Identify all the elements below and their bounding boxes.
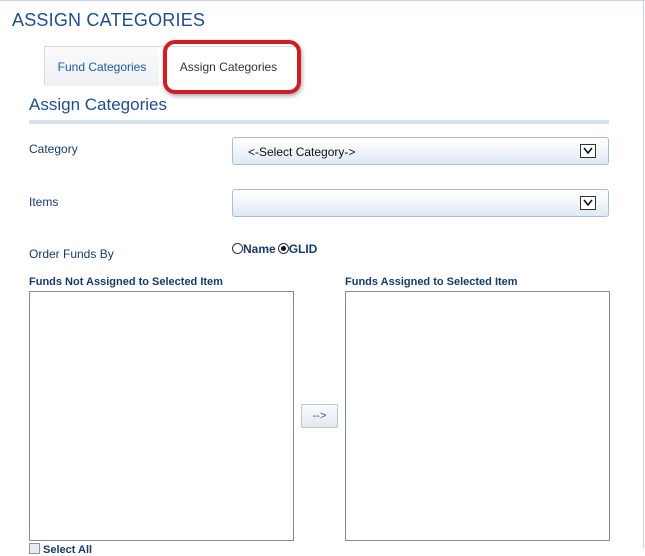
unassigned-list-label: Funds Not Assigned to Selected Item [29, 276, 223, 288]
assign-button[interactable]: --> [301, 404, 338, 428]
category-label: Category [29, 142, 78, 156]
select-all-control[interactable]: Select All [29, 543, 92, 556]
order-funds-radio-group: Name GLID [232, 242, 319, 256]
items-label: Items [29, 195, 59, 209]
page-title: ASSIGN CATEGORIES [12, 10, 206, 30]
order-funds-label: Order Funds By [29, 247, 114, 261]
section-title: Assign Categories [29, 95, 167, 114]
assigned-list-label: Funds Assigned to Selected Item [345, 276, 518, 288]
tab-fund-categories[interactable]: Fund Categories [44, 46, 160, 86]
unassigned-funds-list[interactable] [29, 291, 294, 541]
items-select[interactable] [232, 189, 609, 217]
category-select-value: <-Select Category-> [248, 145, 356, 159]
section-divider [29, 120, 609, 124]
highlight-annotation [163, 40, 301, 94]
window-top-border [0, 0, 645, 1]
radio-glid-icon[interactable] [277, 243, 289, 254]
select-all-label[interactable]: Select All [43, 544, 92, 556]
assigned-funds-list[interactable] [345, 291, 610, 541]
category-select[interactable]: <-Select Category-> [232, 137, 609, 165]
chevron-down-icon[interactable] [580, 196, 596, 210]
window-right-border [643, 0, 644, 548]
radio-glid-label[interactable]: GLID [289, 242, 318, 256]
radio-name-icon[interactable] [232, 243, 243, 254]
checkbox-icon[interactable] [29, 543, 40, 554]
radio-name-label[interactable]: Name [243, 242, 276, 256]
chevron-down-icon[interactable] [580, 144, 596, 158]
